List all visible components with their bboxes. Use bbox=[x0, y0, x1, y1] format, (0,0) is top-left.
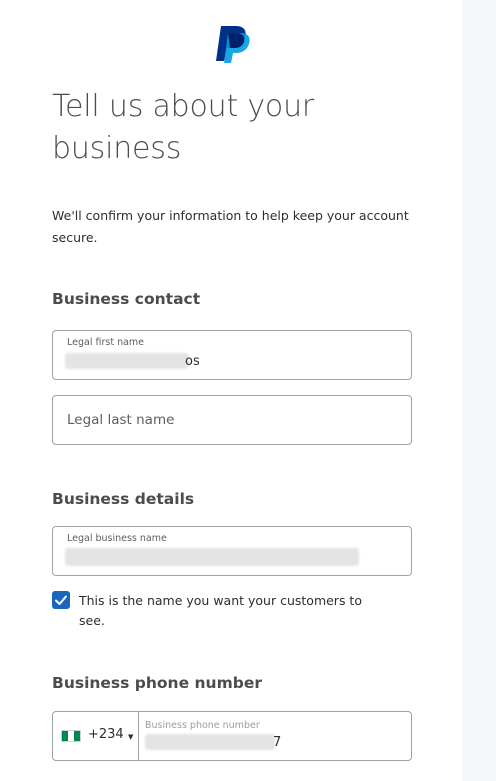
legal-last-name-placeholder: Legal last name bbox=[67, 412, 175, 428]
country-code-picker[interactable]: +234 ▼ bbox=[53, 712, 139, 760]
checkmark-icon bbox=[55, 595, 67, 605]
page-title: Tell us about your business bbox=[52, 89, 315, 166]
same-name-checkbox[interactable] bbox=[52, 591, 70, 609]
redacted-first-name bbox=[65, 353, 189, 369]
business-phone-input[interactable]: 7 bbox=[140, 712, 411, 760]
paypal-logo-icon bbox=[216, 26, 250, 63]
legal-business-name-label: Legal business name bbox=[67, 533, 167, 544]
dial-code: +234 bbox=[88, 727, 124, 742]
legal-business-name-field[interactable]: Legal business name bbox=[52, 526, 412, 576]
business-contact-heading: Business contact bbox=[52, 290, 201, 308]
legal-last-name-field[interactable]: Legal last name bbox=[52, 395, 412, 445]
legal-first-name-label: Legal first name bbox=[67, 337, 145, 348]
business-phone-heading: Business phone number bbox=[52, 674, 262, 692]
nigeria-flag-icon bbox=[61, 730, 81, 742]
same-name-checkbox-label: This is the name you want your customers… bbox=[79, 593, 362, 628]
legal-first-name-field[interactable]: Legal first name os bbox=[52, 330, 412, 380]
redacted-phone-number bbox=[145, 734, 275, 750]
legal-first-name-value: os bbox=[185, 354, 200, 369]
business-phone-value: 7 bbox=[273, 735, 282, 750]
side-panel bbox=[462, 0, 496, 781]
caret-down-icon: ▼ bbox=[128, 733, 134, 741]
business-details-heading: Business details bbox=[52, 490, 195, 508]
business-phone-field: +234 ▼ Business phone number 7 bbox=[52, 711, 412, 761]
intro-text: We'll confirm your information to help k… bbox=[52, 208, 409, 245]
redacted-business-name bbox=[65, 548, 359, 566]
